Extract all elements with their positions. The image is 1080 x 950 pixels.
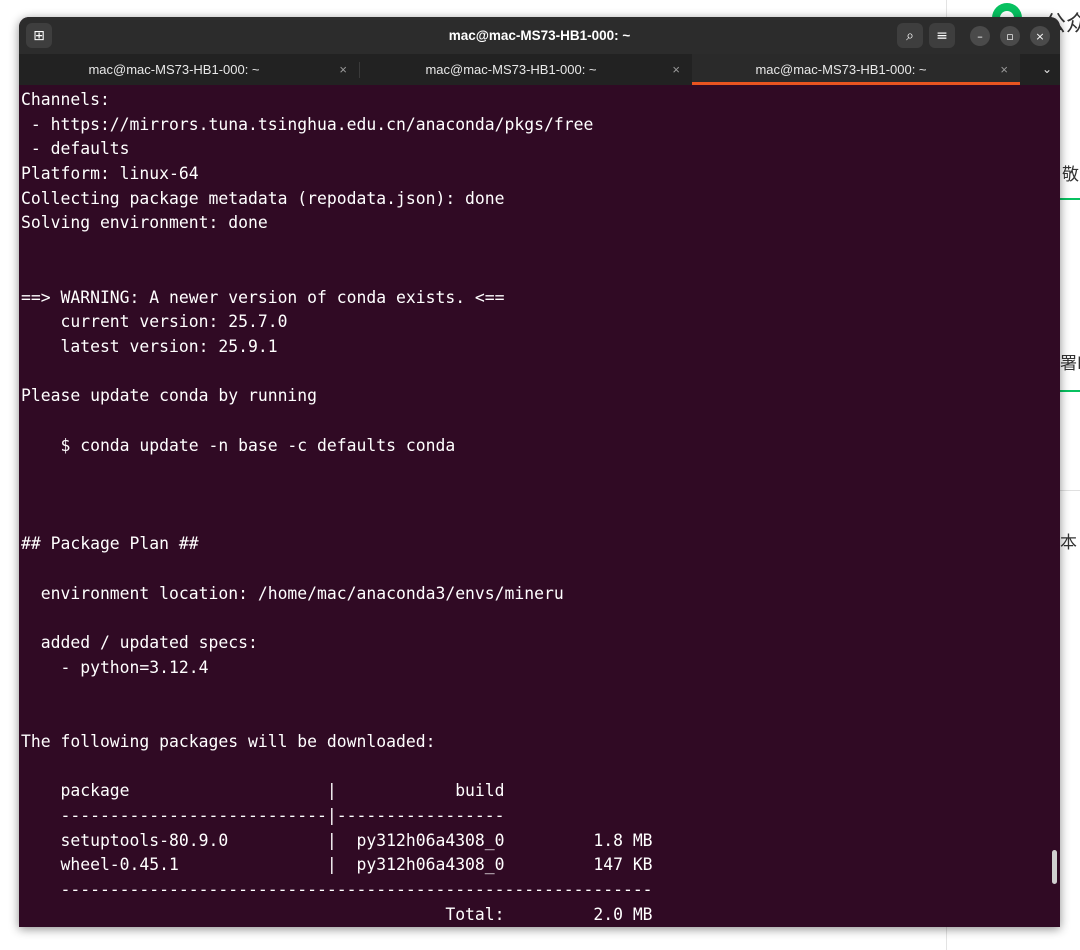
terminal-line: $ conda update -n base -c defaults conda (21, 435, 456, 455)
background-divider-line (1060, 490, 1080, 491)
tab-list-chevron-down-icon[interactable]: ⌄ (1042, 54, 1052, 85)
terminal-line: wheel-0.45.1 | py312h06a4308_0 147 KB (21, 855, 653, 875)
minimize-icon: – (977, 29, 983, 43)
terminal-line: Collecting package metadata (repodata.js… (21, 188, 505, 208)
search-button[interactable]: ⌕ (897, 23, 923, 48)
terminal-line: ---------------------------|------------… (21, 805, 505, 825)
terminal-line: - https://mirrors.tuna.tsinghua.edu.cn/a… (21, 114, 594, 134)
close-button[interactable]: × (1030, 26, 1050, 46)
terminal-line: - python=3.12.4 (21, 657, 209, 677)
terminal-line: Channels: (21, 90, 110, 109)
hamburger-menu-icon: ≡ (936, 27, 948, 44)
tab-close-icon[interactable]: × (672, 54, 680, 85)
background-snippet: 本 (1060, 533, 1077, 553)
tab-3-active[interactable]: mac@mac-MS73-HB1-000: ~ × (692, 54, 1020, 85)
background-accent-line (1060, 390, 1080, 392)
maximize-icon: ▫ (1006, 29, 1014, 43)
title-bar[interactable]: ⊞ mac@mac-MS73-HB1-000: ~ ⌕ ≡ – ▫ × (19, 17, 1060, 54)
terminal-output[interactable]: Channels: - https://mirrors.tuna.tsinghu… (21, 88, 1051, 927)
terminal-line: ## Package Plan ## (21, 534, 199, 554)
terminal-line: environment location: /home/mac/anaconda… (21, 583, 564, 603)
maximize-button[interactable]: ▫ (1000, 26, 1020, 46)
terminal-line: ==> WARNING: A newer version of conda ex… (21, 287, 505, 307)
tab-1[interactable]: mac@mac-MS73-HB1-000: ~ × (19, 54, 359, 85)
tab-close-icon[interactable]: × (1000, 54, 1008, 85)
tab-label: mac@mac-MS73-HB1-000: ~ (755, 62, 927, 77)
menu-button[interactable]: ≡ (929, 23, 955, 48)
tab-close-icon[interactable]: × (339, 54, 347, 85)
tab-2[interactable]: mac@mac-MS73-HB1-000: ~ × (360, 54, 692, 85)
tab-bar: mac@mac-MS73-HB1-000: ~ × mac@mac-MS73-H… (19, 54, 1060, 85)
terminal-line: Solving environment: done (21, 213, 268, 233)
terminal-line: Total: 2.0 MB (21, 904, 653, 924)
terminal-line: The following packages will be downloade… (21, 731, 436, 751)
terminal-line: latest version: 25.9.1 (21, 336, 278, 356)
terminal-line: package | build (21, 781, 505, 801)
background-accent-line (1060, 198, 1080, 200)
minimize-button[interactable]: – (970, 26, 990, 46)
tab-label: mac@mac-MS73-HB1-000: ~ (425, 62, 597, 77)
terminal-window: ⊞ mac@mac-MS73-HB1-000: ~ ⌕ ≡ – ▫ × mac@… (19, 17, 1060, 927)
terminal-line: added / updated specs: (21, 633, 258, 653)
terminal-line: Please update conda by running (21, 386, 318, 406)
terminal-line: ----------------------------------------… (21, 880, 653, 899)
scrollbar-thumb[interactable] (1052, 850, 1057, 884)
close-icon: × (1035, 29, 1045, 43)
terminal-line: current version: 25.7.0 (21, 312, 288, 332)
terminal-line: setuptools-80.9.0 | py312h06a4308_0 1.8 … (21, 830, 653, 850)
terminal-line: Platform: linux-64 (21, 164, 199, 184)
background-snippet: 署M (1060, 354, 1080, 374)
search-icon: ⌕ (906, 27, 914, 44)
background-snippet: 敬 (1062, 165, 1079, 185)
tab-label: mac@mac-MS73-HB1-000: ~ (88, 62, 260, 77)
terminal-line: - defaults (21, 139, 130, 159)
